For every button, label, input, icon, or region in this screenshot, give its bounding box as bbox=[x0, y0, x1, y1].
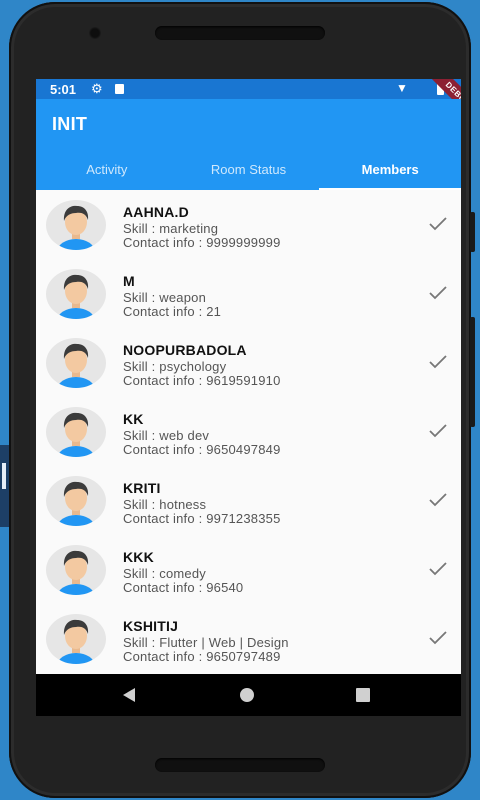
volume-button bbox=[470, 317, 475, 427]
member-row[interactable]: KK Skill : web dev Contact info : 965049… bbox=[36, 397, 461, 466]
member-name: KRITI bbox=[123, 480, 161, 496]
member-contact: Contact info : 21 bbox=[123, 304, 222, 319]
bottom-speaker bbox=[155, 758, 325, 772]
wifi-icon: ▼ bbox=[396, 81, 408, 95]
tab-activity[interactable]: Activity bbox=[36, 155, 178, 190]
avatar bbox=[46, 476, 106, 526]
avatar bbox=[46, 614, 106, 664]
member-skill: Skill : marketing bbox=[123, 221, 219, 236]
check-icon[interactable] bbox=[429, 355, 447, 369]
gear-icon: ⚙ bbox=[91, 81, 103, 96]
avatar bbox=[46, 269, 106, 319]
member-contact: Contact info : 9619591910 bbox=[123, 373, 281, 388]
member-row[interactable]: NOOPURBADOLA Skill : psychology Contact … bbox=[36, 328, 461, 397]
member-name: AAHNA.D bbox=[123, 204, 189, 220]
status-time: 5:01 bbox=[50, 82, 77, 97]
check-icon[interactable] bbox=[429, 493, 447, 507]
member-name: KSHITIJ bbox=[123, 618, 179, 634]
home-icon[interactable] bbox=[240, 688, 254, 702]
member-row[interactable]: KSHITIJ Skill : Flutter | Web | Design C… bbox=[36, 604, 461, 673]
member-skill: Skill : weapon bbox=[123, 290, 207, 305]
member-skill: Skill : hotness bbox=[123, 497, 207, 512]
window-edge-mark bbox=[2, 463, 6, 489]
member-row[interactable]: KKK Skill : comedy Contact info : 96540 bbox=[36, 535, 461, 604]
status-bar: 5:01 ⚙ ▼ bbox=[36, 79, 461, 99]
earpiece-speaker bbox=[155, 26, 325, 40]
check-icon[interactable] bbox=[429, 424, 447, 438]
phone-frame: 5:01 ⚙ ▼ DEBUG INIT Activity Room Status… bbox=[9, 2, 475, 798]
avatar bbox=[46, 545, 106, 595]
member-skill: Skill : psychology bbox=[123, 359, 227, 374]
member-name: NOOPURBADOLA bbox=[123, 342, 247, 358]
member-contact: Contact info : 9971238355 bbox=[123, 511, 281, 526]
member-contact: Contact info : 9650797489 bbox=[123, 649, 281, 664]
member-row[interactable]: AAHNA.D Skill : marketing Contact info :… bbox=[36, 190, 461, 259]
tab-bar: Activity Room Status Members bbox=[36, 155, 461, 190]
member-skill: Skill : web dev bbox=[123, 428, 210, 443]
member-contact: Contact info : 96540 bbox=[123, 580, 244, 595]
tab-members[interactable]: Members bbox=[319, 155, 461, 190]
avatar bbox=[46, 338, 106, 388]
member-contact: Contact info : 9999999999 bbox=[123, 235, 281, 250]
member-skill: Skill : comedy bbox=[123, 566, 206, 581]
app-title: INIT bbox=[52, 114, 88, 134]
member-row[interactable]: KRITI Skill : hotness Contact info : 997… bbox=[36, 466, 461, 535]
back-icon[interactable] bbox=[122, 688, 136, 702]
member-name: M bbox=[123, 273, 135, 289]
member-name: KK bbox=[123, 411, 144, 427]
check-icon[interactable] bbox=[429, 562, 447, 576]
volume-up-button bbox=[470, 212, 475, 252]
avatar bbox=[46, 200, 106, 250]
tab-room-status[interactable]: Room Status bbox=[178, 155, 320, 190]
recents-icon[interactable] bbox=[356, 688, 370, 702]
member-contact: Contact info : 9650497849 bbox=[123, 442, 281, 457]
check-icon[interactable] bbox=[429, 217, 447, 231]
app-bar: INIT Activity Room Status Members bbox=[36, 99, 461, 190]
device-screen: 5:01 ⚙ ▼ DEBUG INIT Activity Room Status… bbox=[36, 79, 461, 716]
member-skill: Skill : Flutter | Web | Design bbox=[123, 635, 289, 650]
avatar bbox=[46, 407, 106, 457]
sd-card-icon bbox=[115, 84, 124, 94]
front-camera bbox=[89, 27, 101, 39]
navigation-bar bbox=[36, 674, 461, 716]
member-row[interactable]: M Skill : weapon Contact info : 21 bbox=[36, 259, 461, 328]
check-icon[interactable] bbox=[429, 286, 447, 300]
members-list: AAHNA.D Skill : marketing Contact info :… bbox=[36, 190, 461, 673]
check-icon[interactable] bbox=[429, 631, 447, 645]
background-window-edge bbox=[0, 445, 9, 527]
member-name: KKK bbox=[123, 549, 154, 565]
